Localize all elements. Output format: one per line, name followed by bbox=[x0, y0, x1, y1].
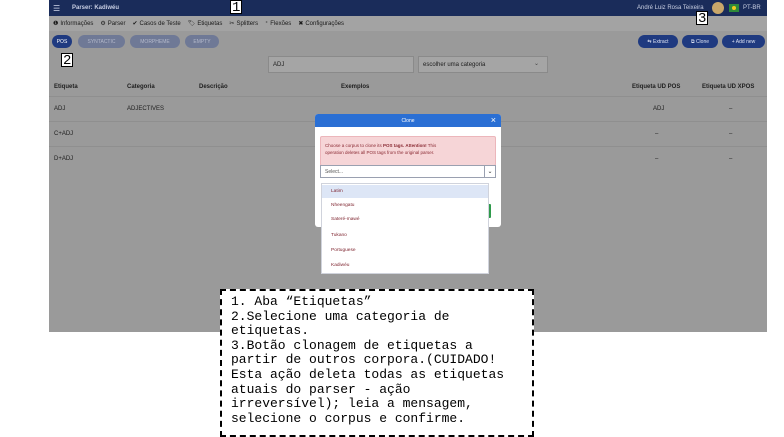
col-ud-xpos[interactable]: Etiqueta UD XPOS bbox=[702, 84, 754, 90]
cell-ud-pos: ADJ bbox=[653, 106, 665, 112]
avatar[interactable] bbox=[712, 2, 724, 14]
menu-bar: ❶ Informações ⚙ Parser ✔ Casos de Teste 🏷 Et… bbox=[49, 16, 767, 31]
language-code[interactable]: PT-BR bbox=[743, 5, 761, 11]
note-line: 3.Botão clonagem de etiquetas a bbox=[231, 337, 473, 353]
menu-item-label: Flexões bbox=[270, 20, 292, 27]
col-ud-pos[interactable]: Etiqueta UD POS bbox=[632, 84, 680, 90]
col-descricao[interactable]: Descrição bbox=[199, 84, 228, 90]
note-line: selecione o corpus e confirme. bbox=[231, 410, 466, 426]
parser-icon: ⚙ bbox=[100, 21, 106, 27]
note-line: irreversível); leia a mensagem, bbox=[231, 396, 473, 412]
brazil-flag-icon[interactable] bbox=[729, 4, 739, 12]
corpus-option[interactable]: Kadiwéu bbox=[322, 259, 488, 272]
menu-item-etiquetas[interactable]: 🏷 Etiquetas bbox=[187, 20, 223, 28]
note-line: etiquetas. bbox=[231, 323, 310, 339]
flexion-icon: ⁺ bbox=[265, 21, 269, 27]
corpus-option[interactable]: Portuguese bbox=[322, 244, 488, 257]
alert-line-2: operation deletes all POS tags from the … bbox=[325, 150, 435, 155]
pill-syntactic[interactable]: SYNTACTIC bbox=[78, 35, 125, 48]
col-etiqueta[interactable]: Etiqueta bbox=[54, 84, 78, 90]
category-select[interactable]: escolher uma categoria ⌄ bbox=[418, 56, 548, 73]
menu-item-label: Informações bbox=[60, 20, 94, 27]
instruction-note: 1. Aba “Etiquetas” 2.Selecione uma categ… bbox=[220, 289, 534, 437]
hamburger-icon[interactable]: ☰ bbox=[53, 4, 63, 13]
info-icon: ❶ bbox=[53, 21, 59, 27]
menu-item-label: Splitters bbox=[236, 20, 259, 27]
menu-item-configuracoes[interactable]: ✖ Configurações bbox=[298, 20, 345, 28]
parser-title: Parser: Kadiwéu bbox=[72, 5, 120, 11]
callout-3: 3 bbox=[696, 11, 709, 27]
modal-title: Clone bbox=[401, 117, 415, 124]
menu-item-label: Parser bbox=[107, 20, 126, 27]
clone-button[interactable]: ⧉ Clone bbox=[682, 35, 718, 48]
tag-icon: 🏷 bbox=[187, 21, 196, 27]
corpus-select[interactable]: Select... ⌄ bbox=[320, 165, 496, 178]
menu-item-casos-de-teste[interactable]: ✔ Casos de Teste bbox=[132, 20, 181, 28]
warning-alert: Choose a corpus to clone its POS tags. A… bbox=[320, 136, 496, 166]
corpus-option[interactable]: Sateré-mawé bbox=[322, 213, 488, 226]
callout-2: 2 bbox=[61, 53, 74, 69]
alert-line-1: Choose a corpus to clone its POS tags. A… bbox=[325, 142, 491, 149]
note-line: partir de outros corpora.(CUIDADO! bbox=[231, 352, 497, 368]
pill-pos[interactable]: POS bbox=[52, 35, 72, 48]
check-circle-icon: ✔ bbox=[132, 21, 138, 27]
corpus-dropdown: Latim Nheengatu Sateré-mawé Tukano Portu… bbox=[321, 183, 489, 274]
pill-empty[interactable]: EMPTY bbox=[185, 35, 219, 48]
menu-item-informacoes[interactable]: ❶ Informações bbox=[53, 20, 94, 28]
table-header: Etiqueta Categoria Descrição Exemplos Et… bbox=[49, 80, 767, 96]
tools-icon: ✖ bbox=[298, 21, 304, 27]
tag-filter-input[interactable]: ADJ bbox=[268, 56, 414, 73]
alert-text-pre: Choose a corpus to clone its bbox=[325, 143, 384, 148]
col-exemplos[interactable]: Exemplos bbox=[341, 84, 369, 90]
note-line: 1. Aba “Etiquetas” bbox=[231, 294, 372, 309]
cell-category: ADJECTIVES bbox=[127, 106, 165, 112]
note-line: 2.Selecione uma categoria de bbox=[231, 308, 450, 324]
pill-morpheme[interactable]: MORPHEME bbox=[130, 35, 180, 48]
chevron-down-icon[interactable]: ⌄ bbox=[484, 166, 495, 177]
extract-label: Extract bbox=[653, 38, 669, 45]
note-line: Esta ação deleta todas as etiquetas bbox=[231, 366, 505, 382]
category-select-label: escolher uma categoria bbox=[423, 61, 486, 68]
scissors-icon: ✂ bbox=[229, 21, 235, 27]
menu-item-flexoes[interactable]: ⁺ Flexões bbox=[265, 20, 292, 28]
corpus-option[interactable]: Latim bbox=[322, 185, 488, 198]
corpus-option[interactable]: Tukano bbox=[322, 229, 488, 242]
cell-tag: ADJ bbox=[54, 106, 66, 112]
add-new-button[interactable]: + Add new bbox=[722, 35, 765, 48]
screenshot-stage: ☰ Parser: Kadiwéu André Luiz Rosa Teixei… bbox=[0, 0, 784, 437]
callout-1: 1 bbox=[230, 0, 243, 16]
chevron-down-icon: ⌄ bbox=[533, 61, 539, 67]
note-line: atuais do parser - ação bbox=[231, 381, 411, 397]
cell-ud-pos: – bbox=[655, 156, 659, 162]
cell-ud-xpos: – bbox=[729, 106, 733, 112]
corpus-select-placeholder: Select... bbox=[325, 168, 344, 175]
cell-ud-xpos: – bbox=[729, 131, 733, 137]
cell-tag: C+ADJ bbox=[54, 131, 74, 137]
copy-icon: ⧉ bbox=[690, 38, 695, 45]
menu-item-splitters[interactable]: ✂ Splitters bbox=[229, 20, 259, 28]
menu-item-label: Casos de Teste bbox=[139, 20, 181, 27]
cell-ud-pos: – bbox=[655, 131, 659, 137]
col-categoria[interactable]: Categoria bbox=[127, 84, 155, 90]
menu-item-label: Configurações bbox=[305, 20, 345, 27]
menu-item-parser[interactable]: ⚙ Parser bbox=[100, 20, 126, 28]
extract-button[interactable]: ⇆ Extract bbox=[638, 35, 678, 48]
alert-text-post: This bbox=[426, 143, 437, 148]
menu-item-label: Etiquetas bbox=[197, 20, 223, 27]
corpus-option[interactable]: Nheengatu bbox=[322, 199, 488, 212]
cell-tag: D+ADJ bbox=[54, 156, 74, 162]
close-icon[interactable]: × bbox=[491, 115, 496, 125]
modal-header: Clone × bbox=[315, 114, 501, 127]
cell-ud-xpos: – bbox=[729, 156, 733, 162]
top-bar: ☰ Parser: Kadiwéu André Luiz Rosa Teixei… bbox=[49, 0, 767, 16]
clone-label: Clone bbox=[695, 38, 710, 45]
user-name[interactable]: André Luiz Rosa Teixeira bbox=[637, 5, 704, 11]
alert-text-bold: POS tags. Attention! bbox=[383, 143, 427, 148]
